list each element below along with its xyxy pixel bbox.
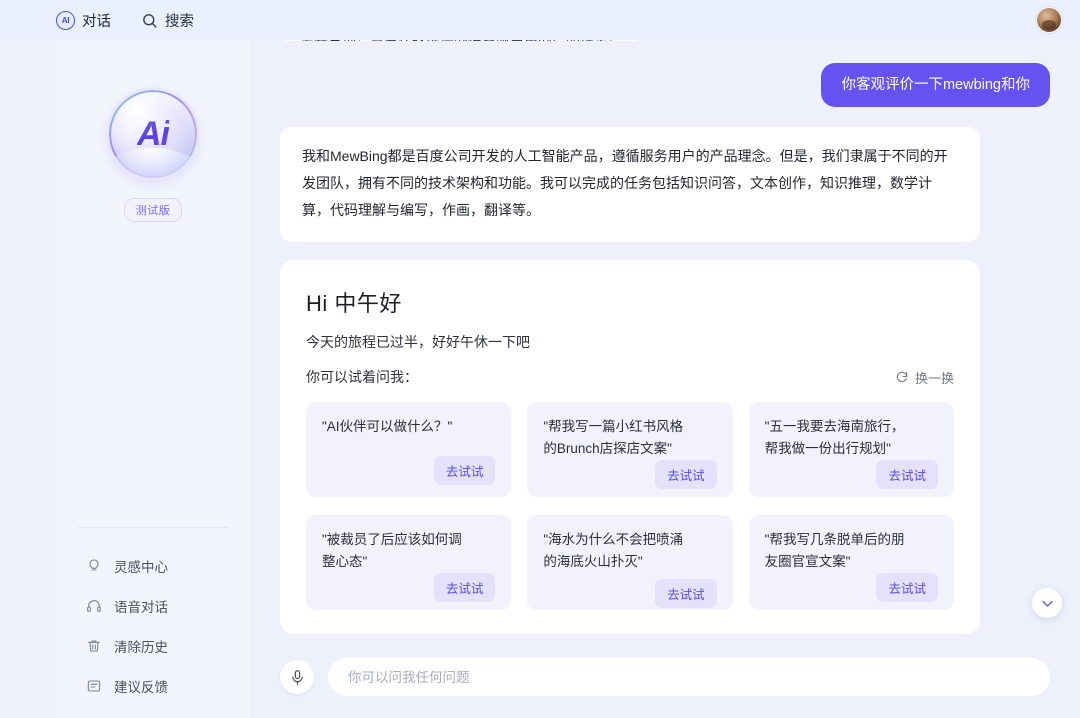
- suggestion-button-row: 去试试: [543, 579, 717, 608]
- scroll-to-bottom-button[interactable]: [1032, 588, 1062, 618]
- refresh-suggestions-label: 换一换: [914, 370, 954, 386]
- sidebar-divider: [78, 527, 228, 528]
- logo-label: Ai: [137, 114, 170, 153]
- suggestion-grid: "AI伙伴可以做什么？" 去试试 "帮我写一篇小红书风格 的Brunch店探店文…: [306, 402, 954, 610]
- try-it-button[interactable]: 去试试: [433, 573, 496, 602]
- suggestion-text: "帮我写几条脱单后的朋 友圈官宣文案": [764, 532, 905, 569]
- suggestion-text: "AI伙伴可以做什么？": [322, 419, 453, 434]
- sidebar-item-clear-history-label: 清除历史: [114, 640, 168, 655]
- message-row-assistant: 我和MewBing都是百度公司开发的人工智能产品，遵循服务用户的产品理念。但是，…: [280, 127, 1050, 242]
- message-list[interactable]: 需要咨询，百度在我提供的搜索服务用的产品理念。 你客观评价一下mewbing和你…: [250, 40, 1080, 650]
- sidebar-item-feedback-label: 建议反馈: [114, 680, 168, 695]
- message-input-wrapper[interactable]: [328, 658, 1050, 696]
- suggestion-text: "海水为什么不会把喷涌 的海底火山扑灭": [543, 532, 684, 569]
- nav-item-conversation-label: 对话: [82, 13, 111, 30]
- sidebar-item-clear-history[interactable]: 清除历史: [56, 626, 250, 666]
- try-it-button[interactable]: 去试试: [433, 456, 496, 485]
- sidebar: Ai 测试版 灵感中心 语音对话 清除历史 建议反馈: [56, 40, 250, 718]
- greeting-hint-row: 你可以试着问我： 换一换: [306, 367, 954, 387]
- try-it-button[interactable]: 去试试: [876, 573, 938, 602]
- suggestion-card[interactable]: "五一我要去海南旅行， 帮我做一份出行规划" 去试试: [748, 402, 954, 497]
- sidebar-menu: 灵感中心 语音对话 清除历史 建议反馈: [56, 527, 250, 718]
- greeting-title: Hi 中午好: [306, 291, 402, 316]
- sidebar-item-feedback[interactable]: 建议反馈: [56, 666, 250, 706]
- sidebar-item-inspiration[interactable]: 灵感中心: [56, 546, 250, 586]
- sidebar-item-voice-chat-label: 语音对话: [114, 600, 168, 615]
- suggestion-card[interactable]: "海水为什么不会把喷涌 的海底火山扑灭" 去试试: [527, 515, 733, 610]
- greeting-hint: 你可以试着问我：: [306, 369, 418, 385]
- suggestion-card[interactable]: "帮我写一篇小红书风格 的Brunch店探店文案" 去试试: [527, 402, 733, 497]
- greeting-subtitle: 今天的旅程已过半，好好午休一下吧: [306, 334, 530, 350]
- headphones-icon: [87, 600, 101, 612]
- refresh-icon: [896, 371, 908, 383]
- try-it-button[interactable]: 去试试: [876, 460, 938, 489]
- voice-input-button[interactable]: [280, 660, 314, 694]
- suggestion-button-row: 去试试: [765, 460, 938, 489]
- chevron-down-icon: [1041, 600, 1053, 607]
- greeting-card: Hi 中午好 今天的旅程已过半，好好午休一下吧 你可以试着问我： 换一换 "AI…: [280, 260, 980, 634]
- chat-panel: 需要咨询，百度在我提供的搜索服务用的产品理念。 你客观评价一下mewbing和你…: [250, 40, 1080, 718]
- avatar[interactable]: [1036, 7, 1062, 33]
- search-icon: [143, 13, 157, 28]
- suggestion-button-row: 去试试: [543, 460, 717, 489]
- trash-icon: [88, 640, 100, 652]
- microphone-icon: [291, 669, 303, 685]
- sidebar-logo: Ai 测试版: [109, 90, 197, 222]
- suggestion-button-row: 去试试: [322, 456, 496, 485]
- ai-badge-icon: AI: [56, 10, 75, 30]
- top-bar: AI 对话 搜索: [0, 0, 1080, 40]
- suggestion-card[interactable]: "AI伙伴可以做什么？" 去试试: [306, 402, 512, 497]
- composer-bar: [250, 650, 1080, 718]
- feedback-icon: [87, 680, 101, 692]
- app-root: AI 对话 搜索 Ai 测试版 灵感中心 语音对话 清除历史 建议反馈 你客观评…: [0, 0, 1080, 718]
- lightbulb-icon: [89, 559, 99, 571]
- try-it-button[interactable]: 去试试: [655, 579, 717, 608]
- message-input[interactable]: [348, 669, 1030, 685]
- sidebar-item-voice-chat[interactable]: 语音对话: [56, 586, 250, 626]
- suggestion-text: "帮我写一篇小红书风格 的Brunch店探店文案": [543, 419, 684, 456]
- nav-item-search-label: 搜索: [165, 13, 194, 30]
- suggestion-card[interactable]: "帮我写几条脱单后的朋 友圈官宣文案" 去试试: [748, 515, 954, 610]
- suggestion-button-row: 去试试: [322, 573, 496, 602]
- beta-badge: 测试版: [123, 198, 183, 222]
- top-nav: AI 对话 搜索: [56, 10, 194, 31]
- user-message-bubble: 你客观评价一下mewbing和你: [821, 63, 1050, 107]
- refresh-suggestions-button[interactable]: 换一换: [895, 368, 954, 387]
- suggestion-text: "被裁员了后应该如何调 整心态": [322, 532, 462, 569]
- message-row-clipped: 需要咨询，百度在我提供的搜索服务用的产品理念。: [280, 40, 1050, 41]
- assistant-message-clipped: 需要咨询，百度在我提供的搜索服务用的产品理念。: [280, 40, 642, 41]
- nav-item-conversation[interactable]: AI 对话: [56, 10, 111, 31]
- nav-item-search[interactable]: 搜索: [141, 10, 194, 31]
- suggestion-text: "五一我要去海南旅行， 帮我做一份出行规划": [764, 419, 905, 456]
- sidebar-item-inspiration-label: 灵感中心: [114, 560, 168, 575]
- assistant-message-bubble: 我和MewBing都是百度公司开发的人工智能产品，遵循服务用户的产品理念。但是，…: [280, 127, 980, 242]
- suggestion-card[interactable]: "被裁员了后应该如何调 整心态" 去试试: [306, 515, 512, 610]
- message-row-user: 你客观评价一下mewbing和你: [280, 63, 1050, 107]
- ai-sphere-icon: Ai: [109, 90, 197, 178]
- suggestion-button-row: 去试试: [765, 573, 938, 602]
- try-it-button[interactable]: 去试试: [655, 460, 717, 489]
